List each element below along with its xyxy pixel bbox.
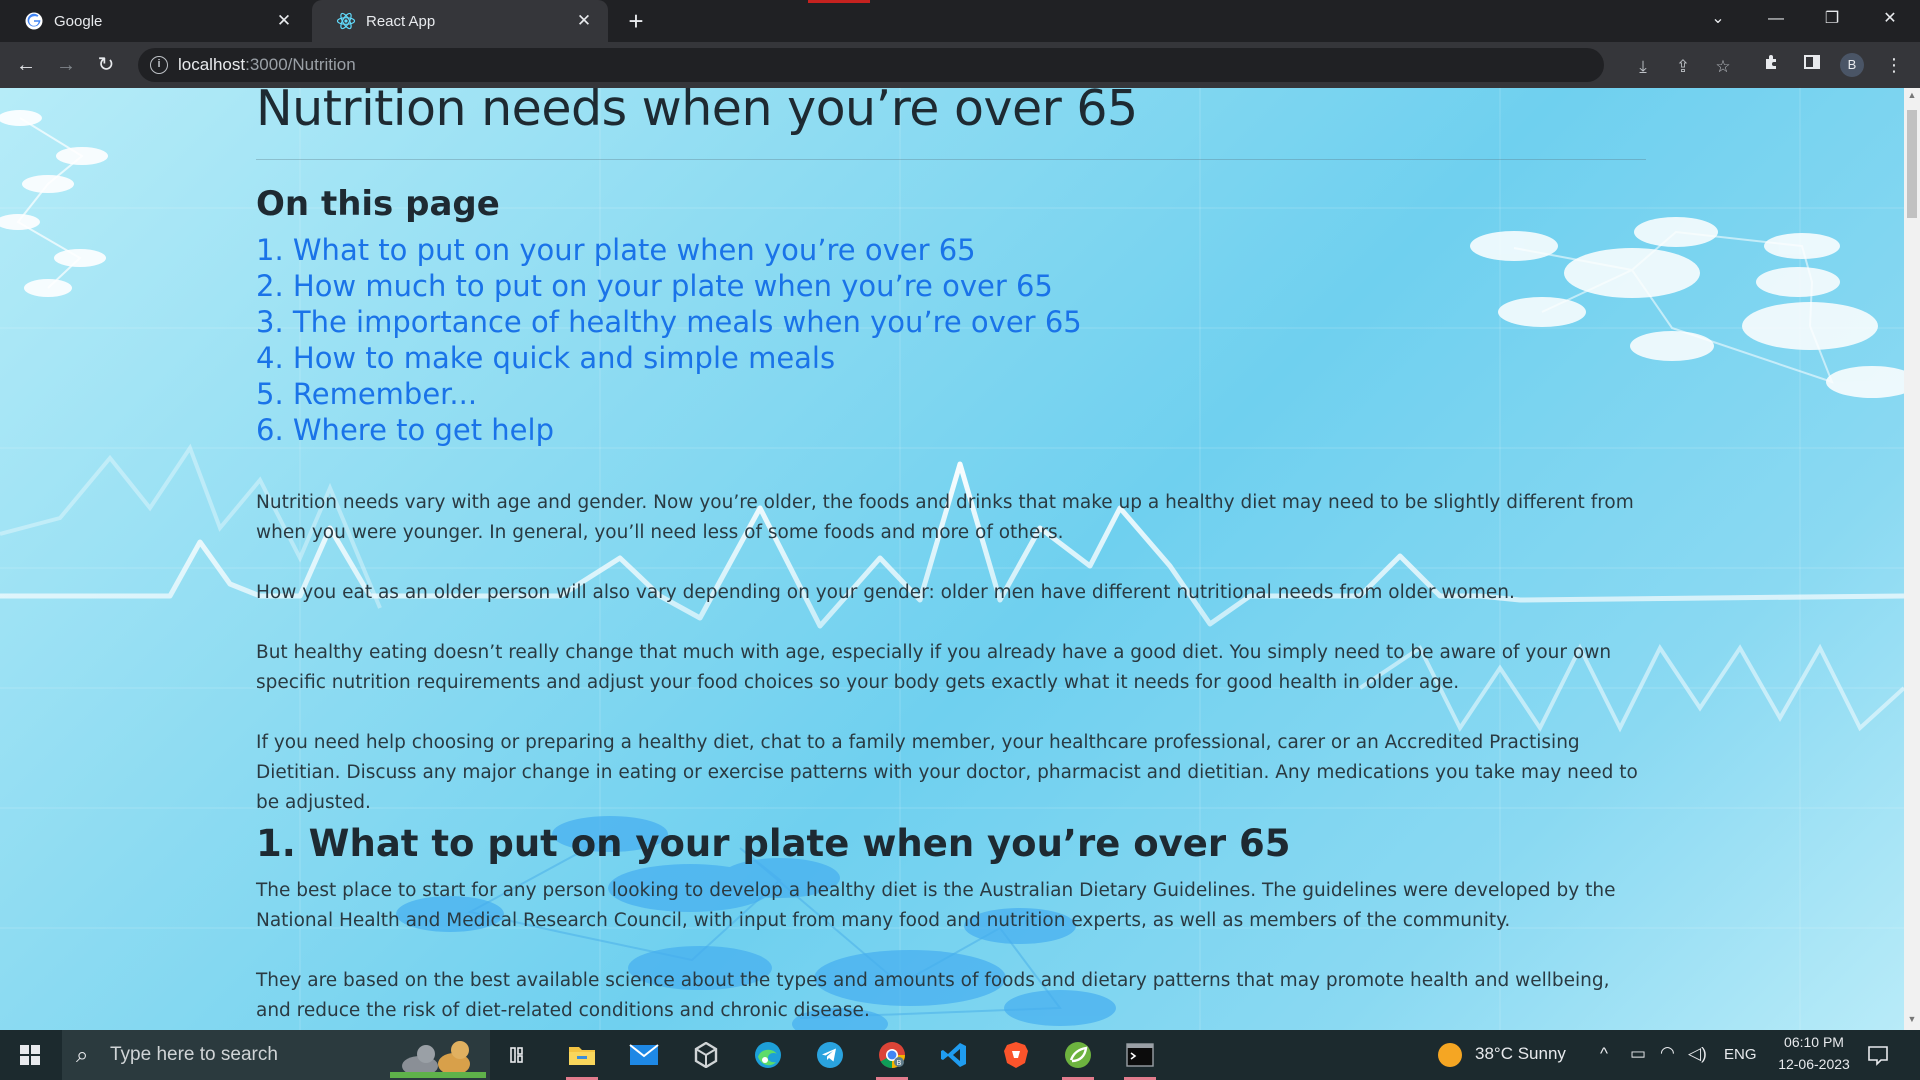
minimize-icon[interactable]: — <box>1754 0 1798 42</box>
page-viewport: Nutrition needs when you’re over 65 On t… <box>0 88 1904 1030</box>
edge-browser-icon[interactable] <box>748 1036 788 1074</box>
search-icon: ⌕ <box>76 1042 89 1067</box>
forward-icon[interactable]: → <box>52 51 80 79</box>
terminal-icon[interactable] <box>1120 1036 1160 1080</box>
page-title: Nutrition needs when you’re over 65 <box>256 88 1138 137</box>
extensions-puzzle-icon[interactable] <box>1760 53 1784 77</box>
intro-paragraph-3: But healthy eating doesn’t really change… <box>256 642 1612 693</box>
close-tab-icon[interactable]: ✕ <box>274 11 294 31</box>
windows-start-icon[interactable] <box>0 1030 60 1080</box>
toc-link-importance[interactable]: 3. The importance of healthy meals when … <box>256 304 1082 340</box>
restore-icon[interactable]: ❐ <box>1810 0 1854 42</box>
back-icon[interactable]: ← <box>12 51 40 79</box>
toc-link-quick-meals[interactable]: 4. How to make quick and simple meals <box>256 340 1082 376</box>
tab-title: Google <box>54 12 103 30</box>
page-scrollbar[interactable]: ▲ ▼ <box>1904 88 1920 1030</box>
task-view-icon[interactable] <box>500 1036 540 1074</box>
weather-sun-icon[interactable] <box>1430 1036 1470 1074</box>
intro-paragraph-2: How you eat as an older person will also… <box>256 582 1515 603</box>
menu-kebab-icon[interactable]: ⋮ <box>1882 53 1906 77</box>
notification-center-icon[interactable] <box>1858 1036 1898 1074</box>
chrome-icon[interactable]: B <box>872 1036 912 1080</box>
reload-icon[interactable]: ↻ <box>92 51 120 79</box>
taskbar-search-box[interactable]: ⌕ Type here to search <box>62 1030 490 1080</box>
table-of-contents: 1. What to put on your plate when you’re… <box>256 232 1082 448</box>
weather-text[interactable]: 38°C Sunny <box>1475 1044 1566 1064</box>
telegram-icon[interactable] <box>810 1036 850 1074</box>
url-text[interactable]: localhost:3000/Nutrition <box>178 55 356 75</box>
mail-icon[interactable] <box>624 1036 664 1074</box>
scroll-down-icon[interactable]: ▼ <box>1904 1014 1920 1028</box>
side-panel-icon[interactable] <box>1800 53 1824 77</box>
vscode-icon[interactable] <box>934 1036 974 1074</box>
spring-tools-icon[interactable] <box>1058 1036 1098 1080</box>
brave-browser-icon[interactable] <box>996 1036 1036 1074</box>
unity-icon[interactable] <box>686 1036 726 1074</box>
profile-avatar[interactable]: B <box>1840 53 1864 77</box>
tab-strip: Google ✕ React App ✕ + ⌄ — ❐ ✕ <box>0 0 1920 42</box>
windows-taskbar: ⌕ Type here to search B 38°C Sunny ^ ▭ ◠… <box>0 1030 1920 1080</box>
react-icon <box>336 11 356 31</box>
toc-heading: On this page <box>256 184 500 224</box>
volume-icon[interactable]: ◁) <box>1688 1044 1707 1064</box>
section-1-paragraph-2: They are based on the best available sci… <box>256 970 1610 1021</box>
close-window-icon[interactable]: ✕ <box>1868 0 1912 42</box>
section-1-heading: 1. What to put on your plate when you’re… <box>256 822 1291 865</box>
recording-indicator <box>808 0 870 3</box>
share-icon[interactable]: ⇪ <box>1672 56 1694 78</box>
install-app-icon[interactable]: ⤓ <box>1632 56 1654 78</box>
language-indicator[interactable]: ENG <box>1724 1046 1757 1063</box>
bookmark-star-icon[interactable]: ☆ <box>1712 56 1734 78</box>
file-explorer-icon[interactable] <box>562 1036 602 1080</box>
scroll-up-icon[interactable]: ▲ <box>1904 90 1920 104</box>
toc-link-how-much[interactable]: 2. How much to put on your plate when yo… <box>256 268 1082 304</box>
google-icon <box>24 11 44 31</box>
tab-title: React App <box>366 12 436 30</box>
toc-link-help[interactable]: 6. Where to get help <box>256 412 1082 448</box>
battery-icon[interactable]: ▭ <box>1630 1044 1646 1064</box>
browser-toolbar: ← → ↻ i localhost:3000/Nutrition ⤓ ⇪ ☆ B… <box>0 42 1920 88</box>
site-info-icon[interactable]: i <box>150 56 168 74</box>
tab-react-app[interactable]: React App ✕ <box>312 0 608 42</box>
new-tab-icon[interactable]: + <box>622 8 650 36</box>
tab-google[interactable]: Google ✕ <box>0 0 308 42</box>
tray-chevron-up-icon[interactable]: ^ <box>1600 1044 1608 1064</box>
search-highlight-illustration <box>390 1041 486 1078</box>
toc-link-plate[interactable]: 1. What to put on your plate when you’re… <box>256 232 1082 268</box>
scrollbar-thumb[interactable] <box>1907 110 1917 218</box>
title-divider <box>256 159 1646 160</box>
tab-search-chevron-icon[interactable]: ⌄ <box>1696 0 1740 42</box>
clock-date[interactable]: 12-06-2023 <box>1768 1056 1860 1072</box>
wifi-icon[interactable]: ◠ <box>1660 1043 1675 1063</box>
toc-link-remember[interactable]: 5. Remember... <box>256 376 1082 412</box>
address-bar[interactable]: i localhost:3000/Nutrition ⤓ ⇪ ☆ <box>138 48 1731 82</box>
intro-paragraph-1: Nutrition needs vary with age and gender… <box>256 492 1634 543</box>
clock-time[interactable]: 06:10 PM <box>1768 1034 1860 1050</box>
search-placeholder: Type here to search <box>110 1044 278 1065</box>
close-tab-icon[interactable]: ✕ <box>574 11 594 31</box>
intro-paragraph-4: If you need help choosing or preparing a… <box>256 732 1638 813</box>
section-1-paragraph-1: The best place to start for any person l… <box>256 880 1616 931</box>
svg-text:B: B <box>897 1060 902 1067</box>
